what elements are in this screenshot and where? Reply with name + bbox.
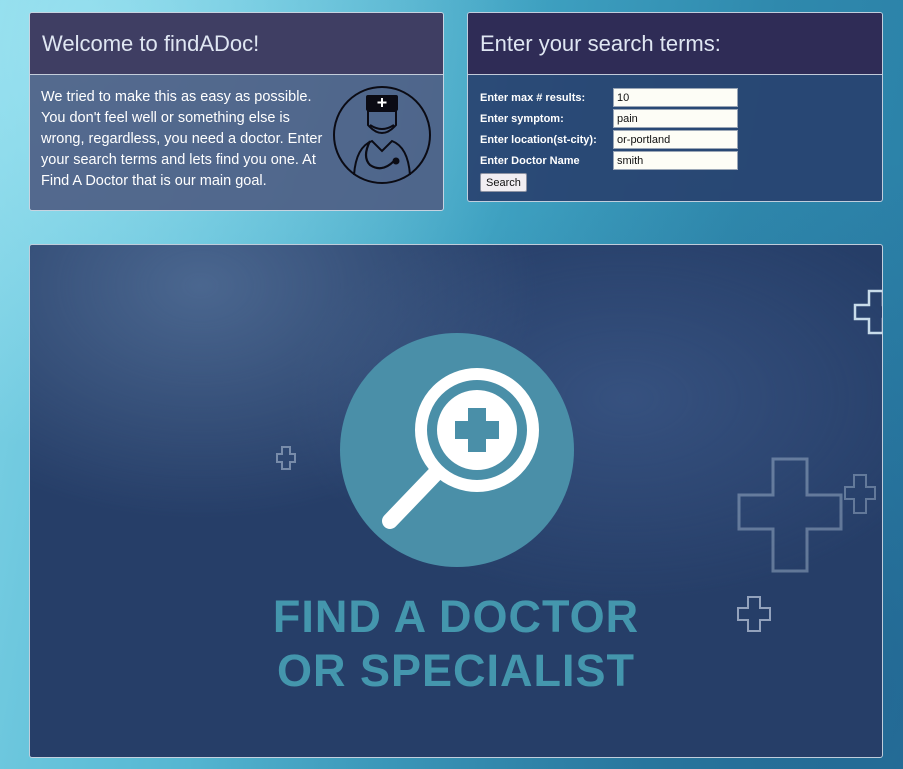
max-results-row: Enter max # results: (480, 87, 882, 108)
welcome-text: We tried to make this as easy as possibl… (41, 89, 323, 189)
cross-outline-icon (737, 457, 843, 573)
magnifier-cross-icon (340, 333, 574, 567)
location-input[interactable] (613, 130, 738, 149)
doctor-name-row: Enter Doctor Name (480, 150, 882, 171)
doctor-name-label: Enter Doctor Name (480, 154, 580, 167)
cross-outline-icon (276, 446, 296, 470)
max-results-label: Enter max # results: (480, 91, 586, 104)
symptom-label: Enter symptom: (480, 112, 564, 125)
search-panel: Enter your search terms: Enter max # res… (467, 12, 883, 202)
symptom-input[interactable] (613, 109, 738, 128)
cross-outline-icon (844, 474, 876, 514)
welcome-title: Welcome to findADoc! (30, 13, 443, 75)
hero-title-line1: FIND A DOCTOR (272, 591, 640, 642)
hero-title-line2: OR SPECIALIST (276, 645, 636, 696)
search-title: Enter your search terms: (468, 13, 882, 75)
welcome-panel: Welcome to findADoc! We tried to make th… (29, 12, 444, 211)
doctor-name-input[interactable] (613, 151, 738, 170)
location-label: Enter location(st-city): (480, 133, 597, 146)
symptom-row: Enter symptom: (480, 108, 882, 129)
location-row: Enter location(st-city): (480, 129, 882, 150)
hero-inner: FIND A DOCTOR OR SPECIALIST (30, 245, 882, 757)
search-form: Enter max # results: Enter symptom: Ente… (468, 75, 882, 192)
hero-banner: FIND A DOCTOR OR SPECIALIST (29, 244, 883, 758)
hero-title: FIND A DOCTOR OR SPECIALIST (30, 590, 882, 698)
cross-outline-icon (853, 289, 882, 335)
max-results-input[interactable] (613, 88, 738, 107)
doctor-icon (333, 86, 431, 184)
search-button[interactable]: Search (480, 173, 527, 192)
welcome-body: We tried to make this as easy as possibl… (30, 75, 443, 192)
